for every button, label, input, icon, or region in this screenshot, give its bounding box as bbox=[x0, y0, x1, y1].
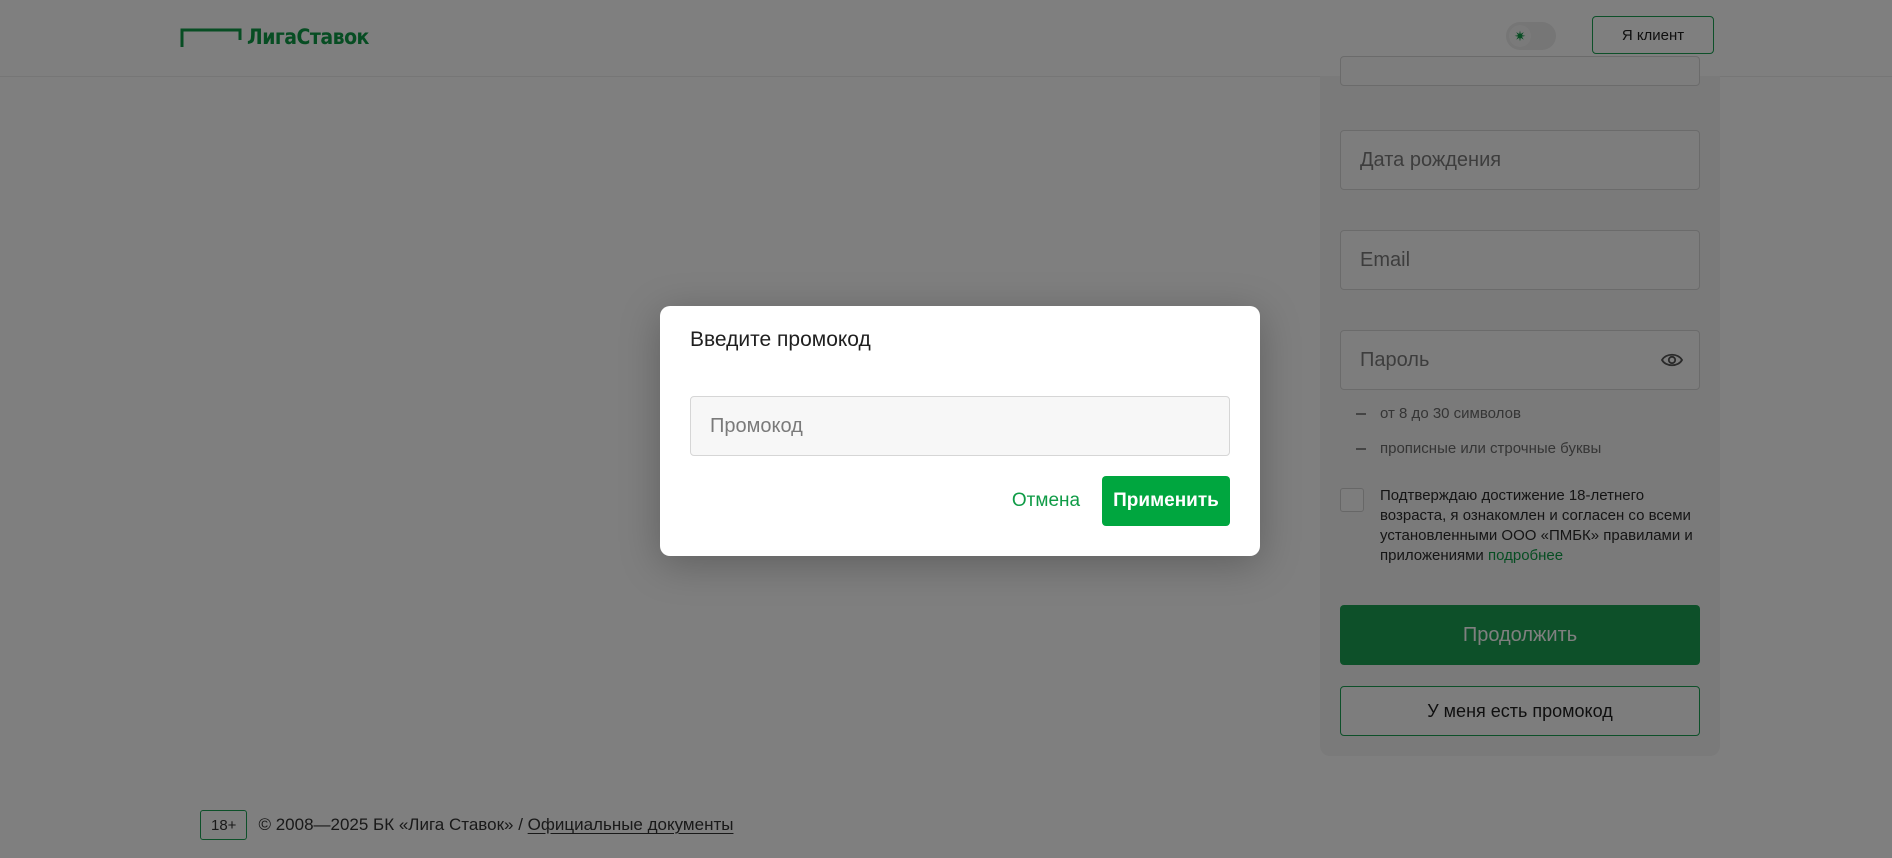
promo-input[interactable] bbox=[690, 396, 1230, 456]
promo-modal: Введите промокод Отмена Применить bbox=[660, 306, 1260, 556]
modal-title: Введите промокод bbox=[690, 328, 871, 351]
cancel-button[interactable]: Отмена bbox=[1000, 476, 1092, 526]
apply-button[interactable]: Применить bbox=[1102, 476, 1230, 526]
